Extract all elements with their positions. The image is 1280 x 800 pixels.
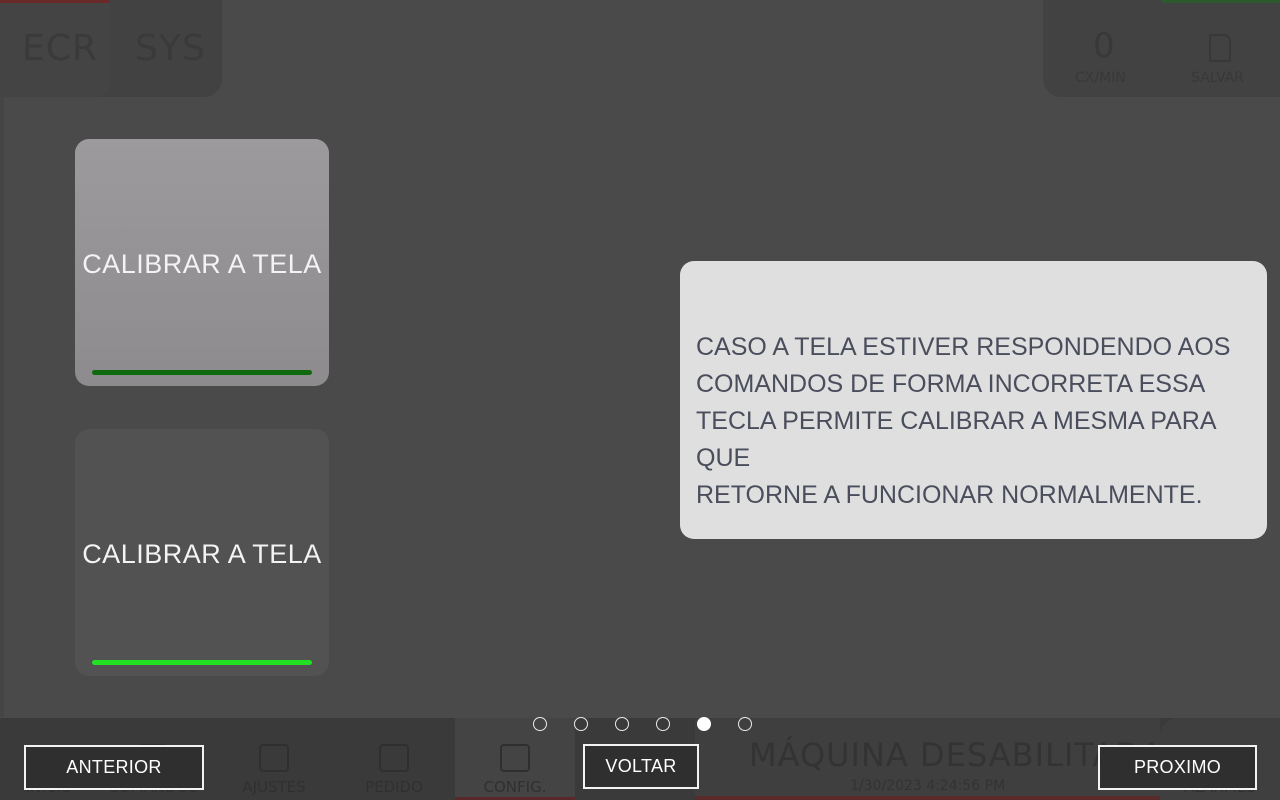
left-edge bbox=[0, 97, 4, 717]
previous-button[interactable]: ANTERIOR bbox=[24, 745, 204, 790]
page-dot[interactable] bbox=[615, 717, 629, 731]
calibrate-screen-button-pressed[interactable]: CALIBRAR A TELA bbox=[75, 139, 329, 386]
rate-label: CX/MIN bbox=[1075, 70, 1126, 86]
page-dot-active[interactable] bbox=[697, 717, 711, 731]
nav-ajustes: AJUSTES bbox=[242, 778, 306, 796]
page-dot[interactable] bbox=[533, 717, 547, 731]
calibrate-button-label: CALIBRAR A TELA bbox=[82, 249, 322, 279]
sliders-icon bbox=[259, 744, 289, 772]
save-label: SALVAR bbox=[1191, 70, 1244, 86]
ecr-status-strip bbox=[0, 0, 110, 3]
help-description-line: TECLA PERMITE CALIBRAR A MESMA PARA QUE bbox=[696, 407, 1216, 472]
page-dot[interactable] bbox=[738, 717, 752, 731]
back-button[interactable]: VOLTAR bbox=[583, 744, 699, 789]
page-dot[interactable] bbox=[574, 717, 588, 731]
top-left-panel: ECR SYS bbox=[0, 0, 222, 97]
help-description-line: COMANDOS DE FORMA INCORRETA ESSA bbox=[696, 370, 1206, 398]
calibrate-button-indicator bbox=[92, 660, 312, 665]
sys-label: SYS bbox=[135, 28, 206, 69]
boxes-icon bbox=[379, 744, 409, 772]
save-status-strip bbox=[1162, 0, 1280, 3]
help-description-line: RETORNE A FUNCIONAR NORMALMENTE. bbox=[696, 481, 1203, 509]
page-dot[interactable] bbox=[656, 717, 670, 731]
nav-config: CONFIG. bbox=[483, 778, 547, 796]
top-right-panel: 0 CX/MIN SALVAR bbox=[1043, 0, 1280, 97]
calibrate-button-label: CALIBRAR A TELA bbox=[82, 539, 322, 569]
ecr-label: ECR bbox=[22, 28, 98, 69]
tools-icon bbox=[500, 744, 530, 772]
calibrate-button-indicator bbox=[92, 370, 312, 375]
help-description-line: CASO A TELA ESTIVER RESPONDENDO AOS bbox=[696, 333, 1231, 361]
rate-value: 0 bbox=[1093, 26, 1115, 66]
sd-card-icon bbox=[1209, 34, 1231, 62]
calibrate-screen-button[interactable]: CALIBRAR A TELA bbox=[75, 429, 329, 676]
nav-pedido: PEDIDO bbox=[365, 778, 423, 796]
machine-status-panel: MÁQUINA DESABILITADA 1/30/2023 4:24:56 P… bbox=[695, 718, 1162, 800]
help-description-box: CASO A TELA ESTIVER RESPONDENDO AOS COMA… bbox=[680, 261, 1267, 539]
machine-status-timestamp: 1/30/2023 4:24:56 PM bbox=[850, 778, 1006, 794]
next-button[interactable]: PROXIMO bbox=[1098, 745, 1257, 790]
